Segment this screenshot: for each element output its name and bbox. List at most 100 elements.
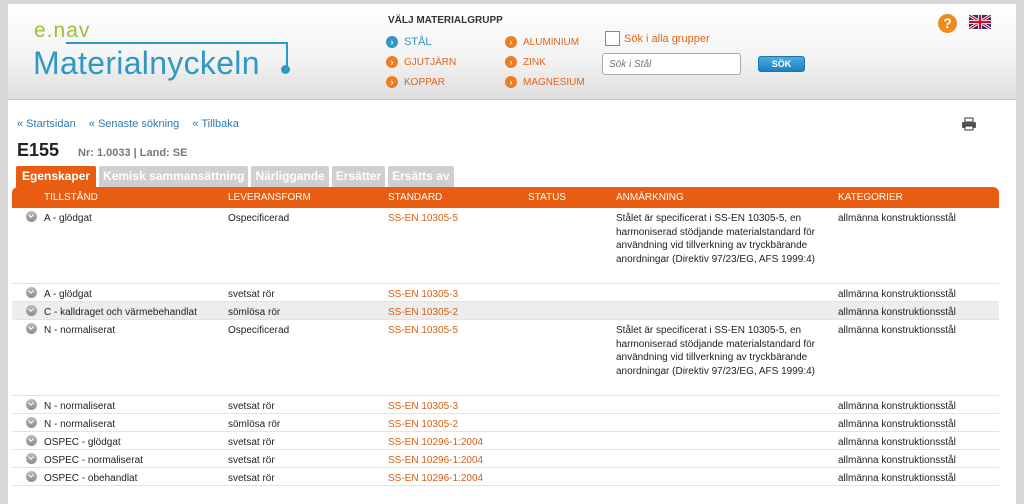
cell-standard[interactable]: SS-EN 10296-1:2004 (388, 436, 523, 450)
cell-standard[interactable]: SS-EN 10305-2 (388, 306, 523, 320)
expand-row-icon[interactable] (26, 287, 37, 298)
table-row[interactable]: A - glödgat svetsat rör SS-EN 10305-3 allmä… (12, 284, 999, 302)
group-link-koppar[interactable]: › KOPPAR (386, 76, 445, 88)
arrow-right-icon: › (505, 36, 517, 48)
table-row[interactable]: OSPEC - glödgat svetsat rör SS-EN 10296-1:… (12, 432, 999, 450)
question-icon[interactable]: ? (938, 14, 957, 33)
cell-standard[interactable]: SS-EN 10305-5 (388, 212, 523, 226)
group-link-gjutjarn[interactable]: › GJUTJÄRN (386, 56, 456, 68)
material-group-title: VÄLJ MATERIALGRUPP (388, 15, 503, 26)
group-label: STÅL (404, 36, 432, 48)
column-header-anmarkning[interactable]: ANMÄRKNING (616, 192, 684, 203)
cell-leveransform: Ospecificerad (228, 325, 290, 336)
cell-standard[interactable]: SS-EN 10305-3 (388, 400, 523, 414)
cell-leveransform: svetsat rör (228, 437, 275, 448)
cell-tillstand: A - glödgat (44, 289, 92, 300)
column-header-kategorier[interactable]: KATEGORIER (838, 192, 903, 203)
uk-flag-icon[interactable] (969, 15, 991, 29)
search-input[interactable] (602, 53, 741, 75)
cell-standard[interactable]: SS-EN 10305-3 (388, 288, 523, 302)
breadcrumb: « Startsidan « Senaste sökning « Tillbak… (17, 118, 249, 130)
tab-ersatter[interactable]: Ersätter (331, 166, 386, 187)
table-body: A - glödgat Ospecificerad SS-EN 10305-5 Stå… (12, 208, 999, 486)
table-row[interactable]: C - kalldraget och värmebehandlat sömlösa… (12, 302, 999, 320)
cell-tillstand: N - normaliserat (44, 325, 116, 336)
cell-kategorier: allmänna konstruktionsstål (838, 419, 956, 430)
group-link-aluminium[interactable]: › ALUMINIUM (505, 36, 579, 48)
search-all-groups-checkbox[interactable] (605, 31, 620, 46)
cell-kategorier: allmänna konstruktionsstål (838, 213, 956, 224)
enav-logo[interactable]: e.nav (34, 19, 90, 43)
cell-tillstand: OSPEC - normaliserat (44, 455, 143, 466)
cell-standard[interactable]: SS-EN 10296-1:2004 (388, 454, 523, 468)
column-header-tillstand[interactable]: TILLSTÅND (44, 192, 98, 203)
cell-kategorier: allmänna konstruktionsstål (838, 437, 956, 448)
table-row[interactable]: N - normaliserat Ospecificerad SS-EN 10305… (12, 320, 999, 396)
column-header-status[interactable]: STATUS (528, 192, 566, 203)
arrow-right-icon: › (386, 76, 398, 88)
cell-anmarkning: Stålet är specificerat i SS-EN 10305-5, … (616, 213, 815, 265)
cell-kategorier: allmänna konstruktionsstål (838, 307, 956, 318)
cell-anmarkning: Stålet är specificerat i SS-EN 10305-5, … (616, 325, 815, 377)
cell-leveransform: svetsat rör (228, 455, 275, 466)
tab-ersatts-av[interactable]: Ersätts av (388, 166, 454, 187)
arrow-right-icon: › (505, 76, 517, 88)
expand-row-icon[interactable] (26, 435, 37, 446)
cell-kategorier: allmänna konstruktionsstål (838, 325, 956, 336)
group-label: MAGNESIUM (523, 76, 585, 88)
materialnyckeln-logo[interactable]: Materialnyckeln (33, 45, 260, 82)
expand-row-icon[interactable] (26, 211, 37, 222)
group-link-stal[interactable]: › STÅL (386, 36, 432, 48)
cell-tillstand: A - glödgat (44, 213, 92, 224)
table-row[interactable]: N - normaliserat svetsat rör SS-EN 10305-3… (12, 396, 999, 414)
cell-standard[interactable]: SS-EN 10305-5 (388, 324, 523, 338)
expand-row-icon[interactable] (26, 399, 37, 410)
table-row[interactable]: OSPEC - normaliserat svetsat rör SS-EN 102… (12, 450, 999, 468)
cell-kategorier: allmänna konstruktionsstål (838, 473, 956, 484)
cell-leveransform: sömlösa rör (228, 307, 281, 318)
tab-kemisk-sammansattning[interactable]: Kemisk sammansättning (99, 166, 249, 187)
expand-row-icon[interactable] (26, 323, 37, 334)
table-row[interactable]: OSPEC - obehandlat svetsat rör SS-EN 10296… (12, 468, 999, 486)
table-row[interactable]: N - normaliserat sömlösa rör SS-EN 10305-2… (12, 414, 999, 432)
breadcrumb-tillbaka[interactable]: « Tillbaka (192, 118, 238, 130)
arrow-right-icon: › (386, 36, 398, 48)
cell-leveransform: svetsat rör (228, 289, 275, 300)
group-label: KOPPAR (404, 76, 445, 88)
cell-leveransform: svetsat rör (228, 473, 275, 484)
expand-row-icon[interactable] (26, 453, 37, 464)
material-meta: Nr: 1.0033 | Land: SE (78, 147, 188, 159)
table-header: TILLSTÅND LEVERANSFORM STANDARD STATUS A… (12, 187, 999, 208)
tab-narliggande[interactable]: Närliggande (251, 166, 329, 187)
search-button[interactable]: SÖK (758, 56, 805, 72)
group-label: GJUTJÄRN (404, 56, 457, 68)
cell-standard[interactable]: SS-EN 10296-1:2004 (388, 472, 523, 486)
tab-egenskaper[interactable]: Egenskaper (16, 166, 97, 187)
group-link-magnesium[interactable]: › MAGNESIUM (505, 76, 585, 88)
cell-leveransform: Ospecificerad (228, 213, 290, 224)
column-header-standard[interactable]: STANDARD (388, 192, 442, 203)
material-code: E155 (17, 140, 60, 160)
cell-leveransform: svetsat rör (228, 401, 275, 412)
tab-bar: Egenskaper Kemisk sammansättning Närligg… (16, 166, 457, 187)
cell-tillstand: C - kalldraget och värmebehandlat (44, 307, 197, 318)
cell-tillstand: N - normaliserat (44, 401, 116, 412)
search-all-groups-label[interactable]: Sök i alla grupper (624, 33, 710, 45)
arrow-right-icon: › (386, 56, 398, 68)
expand-row-icon[interactable] (26, 305, 37, 316)
column-header-leveransform[interactable]: LEVERANSFORM (228, 192, 311, 203)
group-link-zink[interactable]: › ZINK (505, 56, 546, 68)
expand-row-icon[interactable] (26, 417, 37, 428)
breadcrumb-startsidan[interactable]: « Startsidan (17, 118, 76, 130)
expand-row-icon[interactable] (26, 471, 37, 482)
header: e.nav Materialnyckeln VÄLJ MATERIALGRUPP… (8, 4, 1016, 100)
printer-icon[interactable] (961, 117, 977, 131)
arrow-right-icon: › (505, 56, 517, 68)
cell-standard[interactable]: SS-EN 10305-2 (388, 418, 523, 432)
group-label: ALUMINIUM (523, 36, 580, 48)
cell-tillstand: OSPEC - obehandlat (44, 473, 138, 484)
group-label: ZINK (523, 56, 546, 68)
cell-kategorier: allmänna konstruktionsstål (838, 401, 956, 412)
table-row[interactable]: A - glödgat Ospecificerad SS-EN 10305-5 Stå… (12, 208, 999, 284)
breadcrumb-senaste-sokning[interactable]: « Senaste sökning (89, 118, 180, 130)
